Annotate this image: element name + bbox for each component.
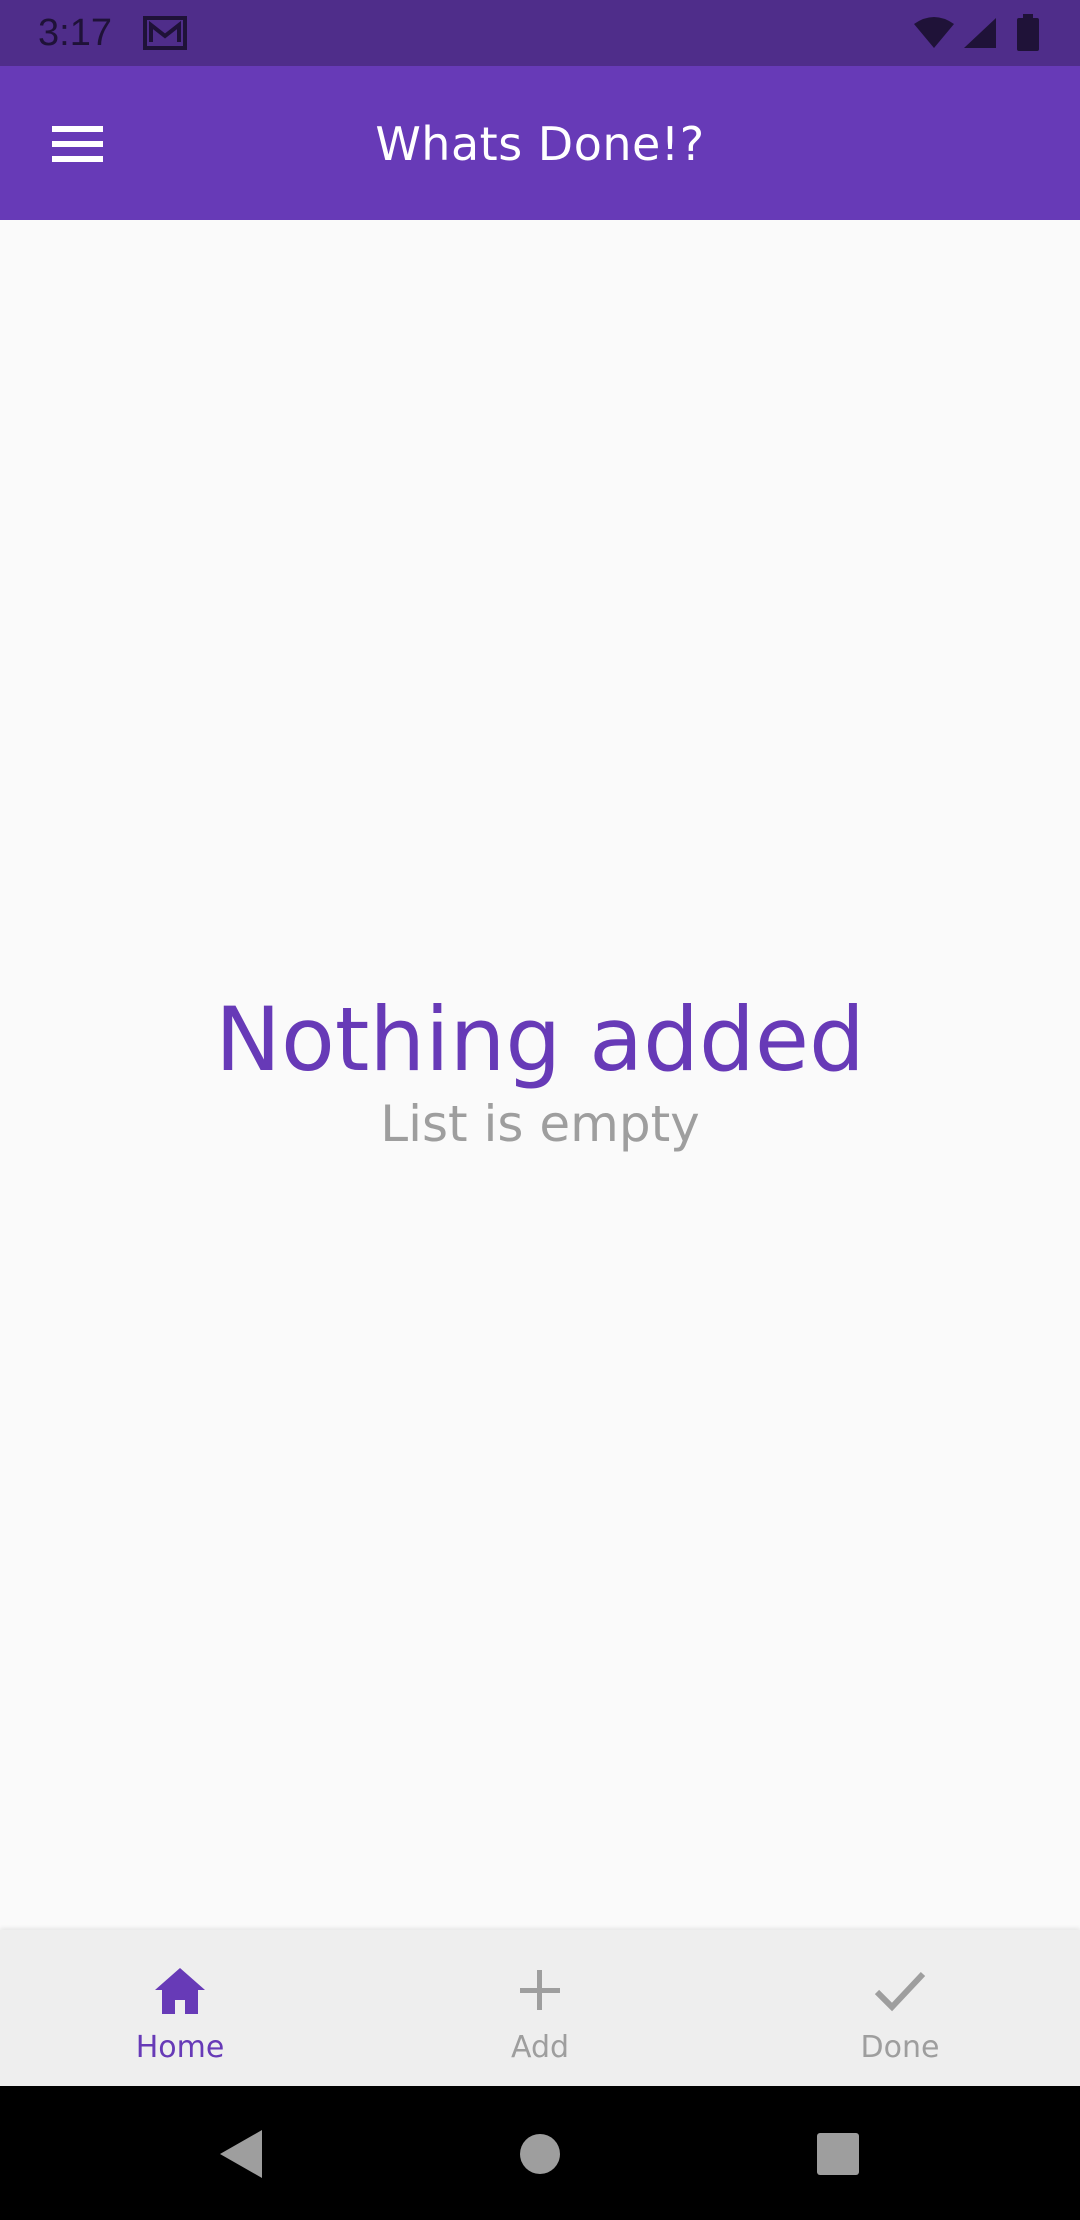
battery-icon	[1017, 14, 1039, 51]
gmail-icon	[143, 16, 187, 50]
nav-label-done: Done	[860, 2030, 940, 2065]
add-icon	[520, 1970, 560, 2010]
empty-state-title: Nothing added	[215, 988, 865, 1091]
empty-state-subtitle: List is empty	[380, 1095, 700, 1153]
app-title: Whats Done!?	[375, 117, 705, 171]
empty-state: Nothing added List is empty	[0, 990, 1080, 1154]
home-icon	[155, 1968, 205, 2014]
nav-item-home[interactable]: Home	[0, 1930, 360, 2086]
nav-label-add: Add	[510, 2030, 570, 2065]
back-icon[interactable]	[190, 2106, 290, 2202]
nav-item-add[interactable]: Add	[360, 1930, 720, 2086]
signal-icon	[964, 18, 996, 48]
status-time: 3:17	[38, 12, 112, 54]
home-circle-icon[interactable]	[490, 2106, 590, 2202]
nav-item-done[interactable]: Done	[720, 1930, 1080, 2086]
status-bar: 3:17	[0, 0, 1080, 66]
nav-label-home: Home	[135, 2030, 225, 2065]
bottom-navigation: Home Add Done	[0, 1930, 1080, 2086]
recents-icon[interactable]	[788, 2106, 888, 2202]
check-icon	[874, 1971, 926, 2012]
system-navigation-bar	[0, 2086, 1080, 2220]
wifi-icon	[914, 17, 954, 48]
